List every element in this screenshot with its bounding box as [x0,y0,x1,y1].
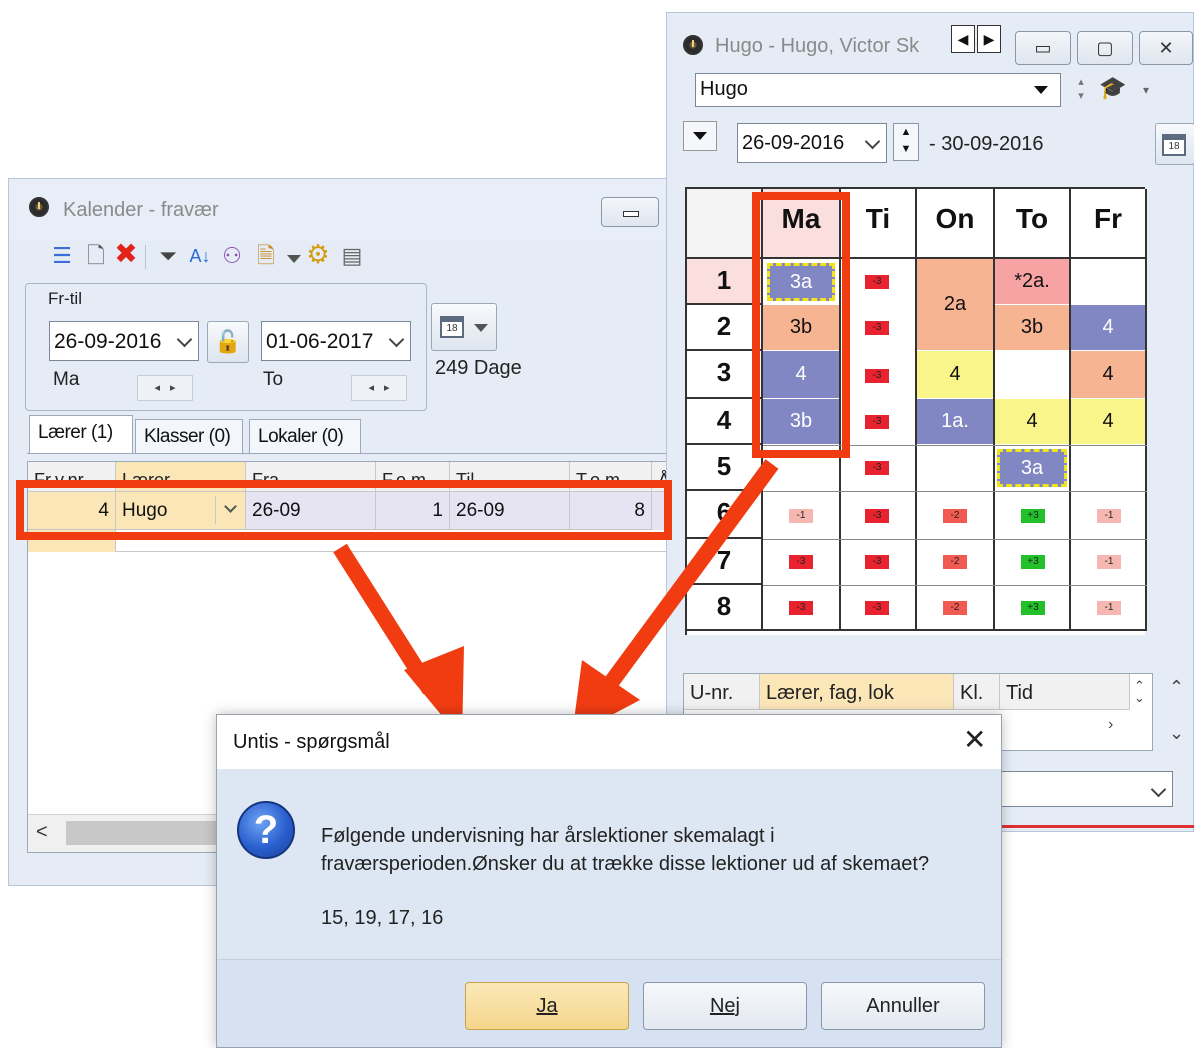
dialog-lesson-numbers: 15, 19, 17, 16 [321,907,444,929]
no-button[interactable]: Nej [643,982,807,1030]
arrow-left [333,543,464,740]
arrow-right [572,459,779,736]
yes-button[interactable]: Ja [465,982,629,1030]
dialog-footer: Ja Nej Annuller [217,959,1001,1047]
cancel-button[interactable]: Annuller [821,982,985,1030]
dialog-message-line1: Følgende undervisning har årslektioner s… [321,825,775,847]
question-icon: ? [237,801,295,859]
dialog-message-line2: fraværsperioden.Ønsker du at trække diss… [321,853,930,875]
dialog-title: Untis - spørgsmål [233,731,390,753]
question-dialog: Untis - spørgsmål ✕ ? Følgende undervisn… [216,714,1002,1048]
close-icon[interactable]: ✕ [963,723,986,756]
